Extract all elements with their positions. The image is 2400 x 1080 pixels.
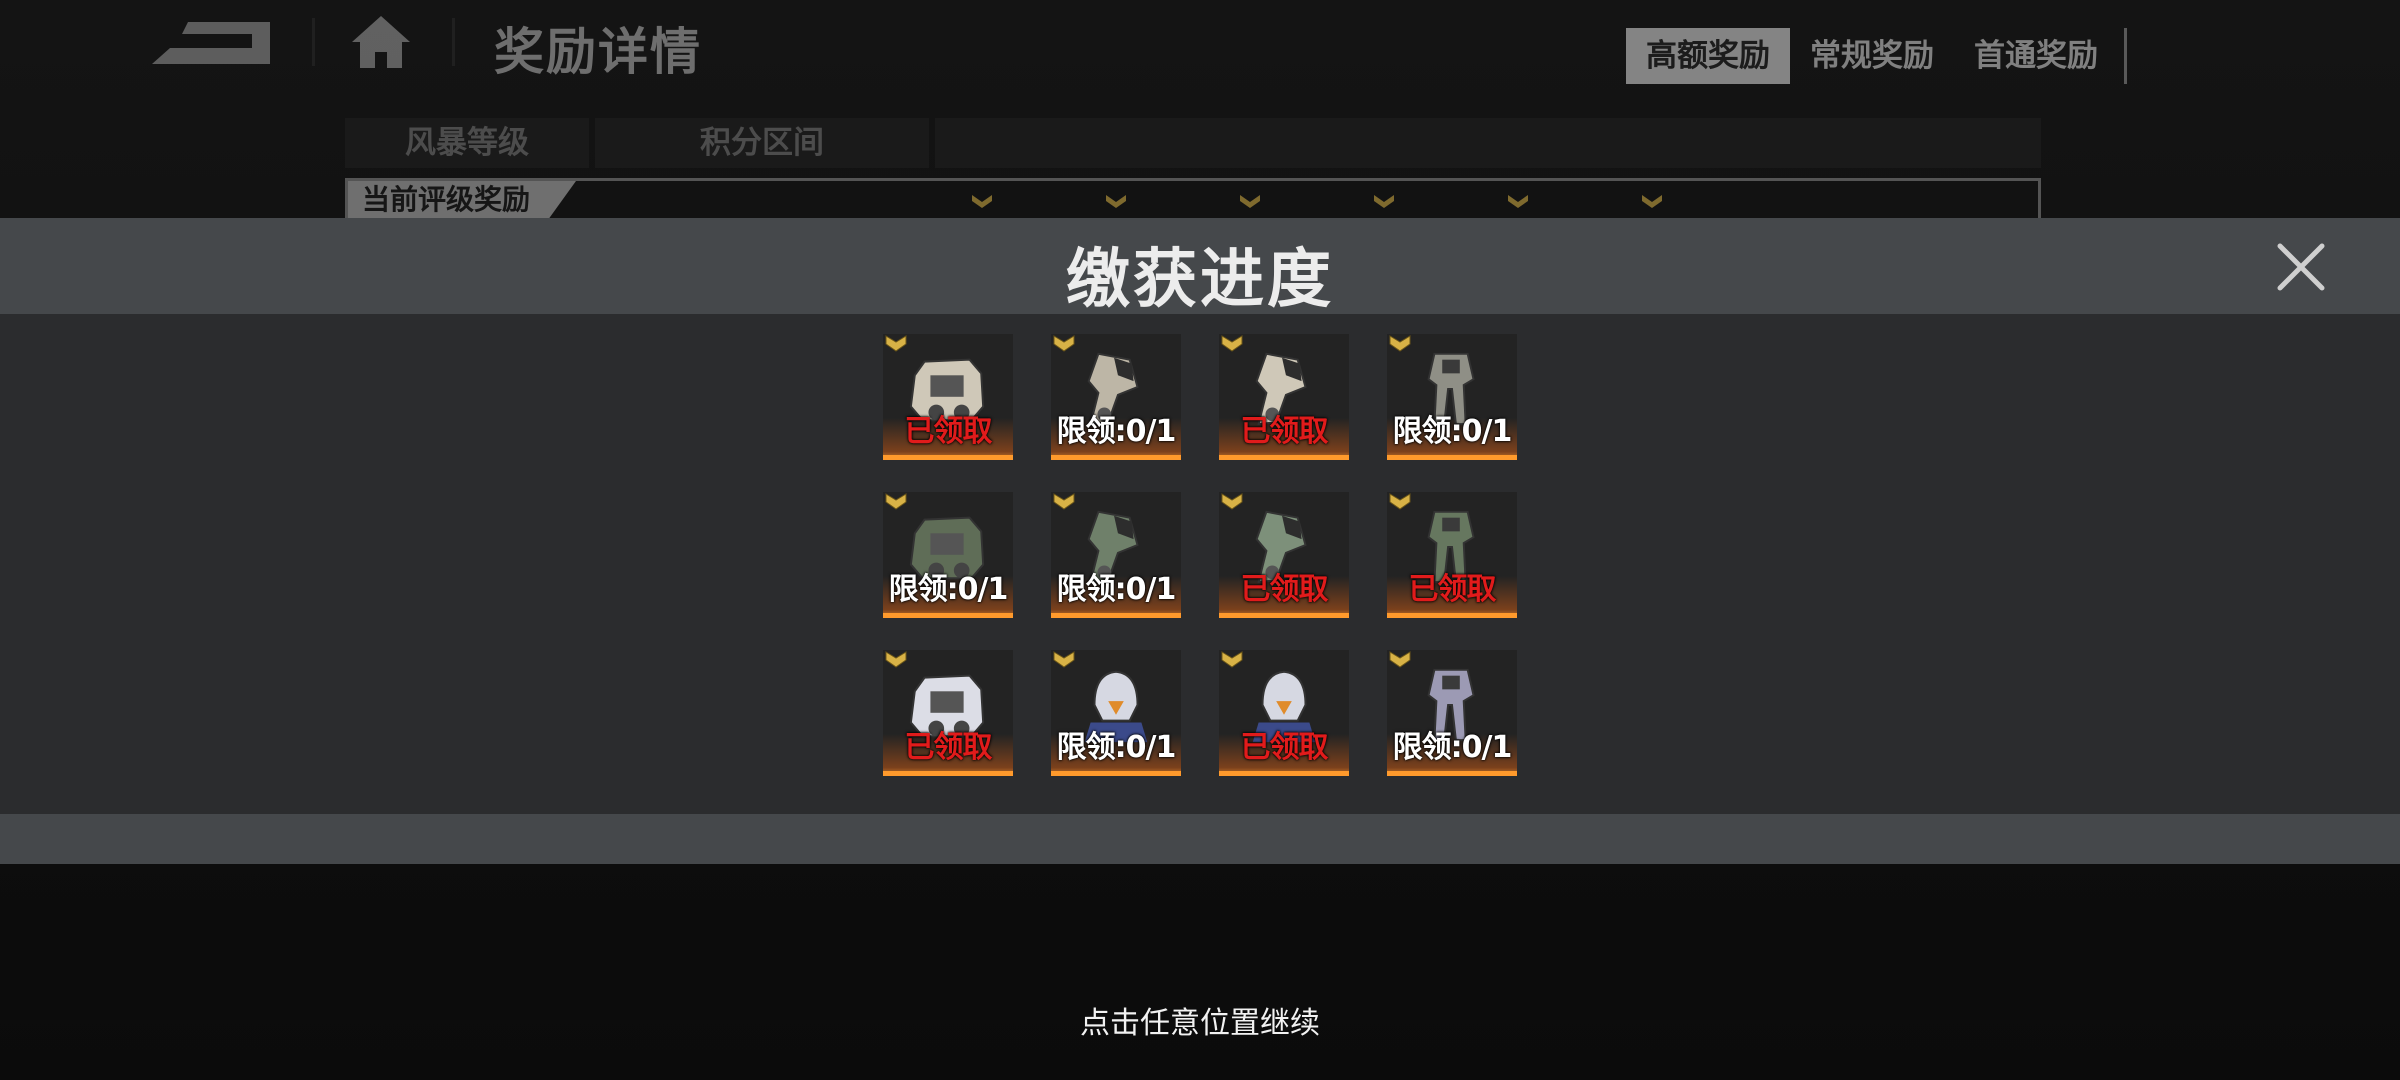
rank-chevron-icon [1389, 651, 1411, 668]
tile-underline [1219, 613, 1349, 618]
current-rating-label: 当前评级奖励 [348, 181, 576, 219]
back-arrow-icon[interactable] [148, 18, 274, 70]
reward-item-tile[interactable]: 限领:0/1 [1051, 492, 1181, 618]
claim-limit-status: 限领:0/1 [1392, 414, 1513, 449]
column-header-storm-level: 风暴等级 [345, 118, 589, 168]
claimed-status: 已领取 [1240, 730, 1329, 765]
rank-chevron-icon [1642, 195, 1662, 208]
page-title: 奖励详情 [494, 23, 702, 81]
rank-chevron-icon [1221, 493, 1243, 510]
claim-limit-status: 限领:0/1 [1392, 730, 1513, 765]
home-icon[interactable] [350, 14, 412, 70]
tabs-divider [2124, 28, 2127, 84]
tile-underline [1219, 771, 1349, 776]
rank-chevron-icon [885, 335, 907, 352]
claim-limit-status: 限领:0/1 [1056, 730, 1177, 765]
reward-item-tile[interactable]: 已领取 [1219, 334, 1349, 460]
rank-chevron-icon [885, 651, 907, 668]
column-header-rewards [935, 118, 2041, 168]
rank-chevron-icon [1389, 493, 1411, 510]
reward-item-tile[interactable]: 限领:0/1 [1387, 334, 1517, 460]
rank-chevron-icon [1221, 335, 1243, 352]
tab-first-clear-reward[interactable]: 首通奖励 [1954, 28, 2118, 84]
tile-underline [1387, 771, 1517, 776]
reward-tabs: 高额奖励 常规奖励 首通奖励 [1626, 28, 2127, 84]
tile-underline [883, 613, 1013, 618]
tab-high-reward[interactable]: 高额奖励 [1626, 28, 1790, 84]
rank-chevron-icon [1508, 195, 1528, 208]
claimed-status: 已领取 [1240, 572, 1329, 607]
tile-underline [1051, 771, 1181, 776]
reward-grid: 已领取 限领:0/1 已领取 限领:0/1 限领:0/1 限领:0/1 已领取 已领取 已领取限… [883, 334, 1517, 798]
reward-item-tile[interactable]: 限领:0/1 [1051, 650, 1181, 776]
modal-title: 缴获进度 [1066, 243, 1334, 317]
claimed-status: 已领取 [904, 730, 993, 765]
rank-chevron-icon [1389, 335, 1411, 352]
claimed-status: 已领取 [904, 414, 993, 449]
tile-underline [1387, 455, 1517, 460]
capture-progress-modal: 缴获进度 已领取 限领:0/1 已领取 限领:0/1 限领:0/1 限领:0/1 已领取 已领… [0, 218, 2400, 864]
header-divider [452, 18, 455, 66]
close-icon[interactable] [2272, 238, 2330, 296]
reward-item-tile[interactable]: 已领取 [1387, 492, 1517, 618]
tile-underline [883, 455, 1013, 460]
rank-chevron-icon [1221, 651, 1243, 668]
tile-underline [1051, 455, 1181, 460]
reward-item-tile[interactable]: 限领:0/1 [883, 492, 1013, 618]
claim-limit-status: 限领:0/1 [1056, 572, 1177, 607]
modal-footer [0, 814, 2400, 864]
claimed-status: 已领取 [1240, 414, 1329, 449]
tap-to-continue-hint[interactable]: 点击任意位置继续 [0, 998, 2400, 1042]
rank-chevron-icon [1053, 493, 1075, 510]
rank-chevron-icon [972, 195, 992, 208]
reward-item-tile[interactable]: 已领取 [883, 334, 1013, 460]
rank-chevron-icon [885, 493, 907, 510]
tab-regular-reward[interactable]: 常规奖励 [1790, 28, 1954, 84]
reward-item-tile[interactable]: 限领:0/1 [1051, 334, 1181, 460]
reward-item-tile[interactable]: 已领取 [1219, 492, 1349, 618]
tile-underline [1387, 613, 1517, 618]
reward-item-tile[interactable]: 限领:0/1 [1387, 650, 1517, 776]
column-header-score-range: 积分区间 [595, 118, 929, 168]
claim-limit-status: 限领:0/1 [888, 572, 1009, 607]
rank-chevron-icon [1053, 335, 1075, 352]
rank-chevron-icon [1053, 651, 1075, 668]
modal-header: 缴获进度 [0, 218, 2400, 317]
current-rating-row: 当前评级奖励 [345, 178, 2041, 222]
rank-chevron-icon [1374, 195, 1394, 208]
tile-underline [1219, 455, 1349, 460]
tile-underline [1051, 613, 1181, 618]
reward-item-tile[interactable]: 已领取 [883, 650, 1013, 776]
claim-limit-status: 限领:0/1 [1056, 414, 1177, 449]
header-divider [312, 18, 315, 66]
tile-underline [883, 771, 1013, 776]
rank-chevron-icon [1106, 195, 1126, 208]
rank-chevron-icon [1240, 195, 1260, 208]
claimed-status: 已领取 [1408, 572, 1497, 607]
reward-item-tile[interactable]: 已领取 [1219, 650, 1349, 776]
